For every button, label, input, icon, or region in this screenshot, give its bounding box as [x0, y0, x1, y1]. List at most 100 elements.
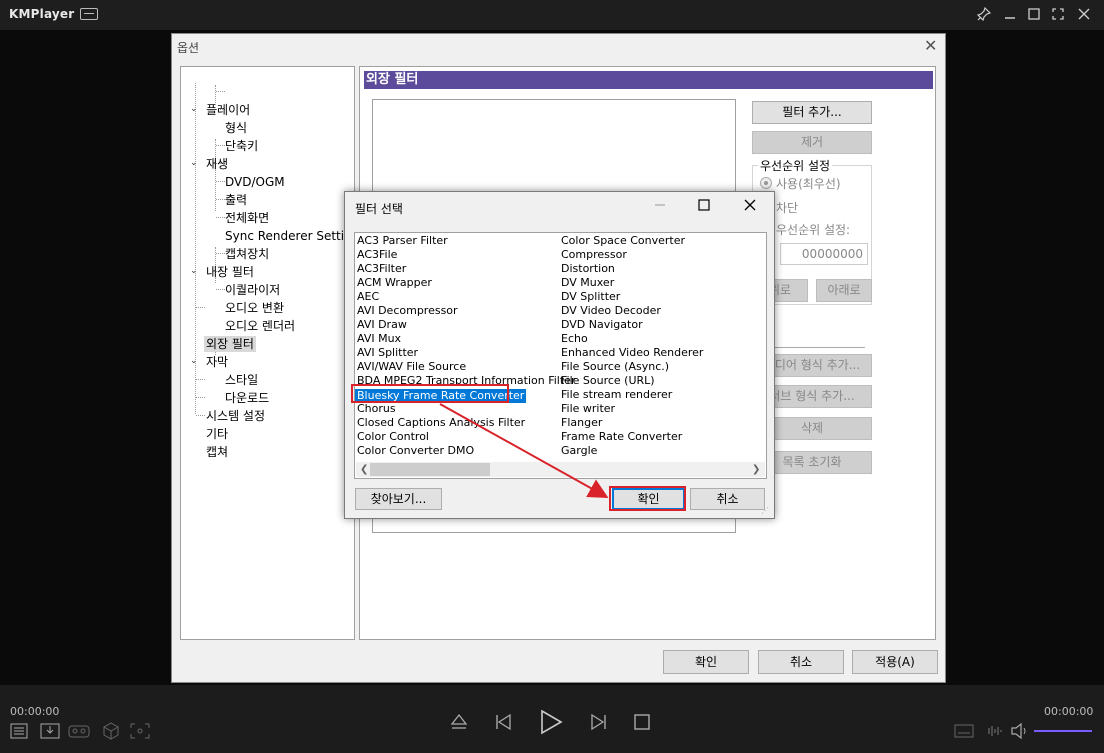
- down-button[interactable]: 아래로: [816, 279, 872, 302]
- options-dialog-title: 옵션: [177, 41, 200, 55]
- tree-item-player[interactable]: 플레이어: [206, 102, 250, 118]
- volume-slider[interactable]: [1034, 730, 1092, 732]
- remove-button[interactable]: 제거: [752, 131, 872, 154]
- eject-icon[interactable]: [450, 713, 468, 734]
- list-item[interactable]: Chorus: [355, 402, 575, 416]
- list-item[interactable]: Gargle: [559, 444, 703, 458]
- list-item[interactable]: File stream renderer: [559, 388, 703, 402]
- chevron-left-icon[interactable]: ❮: [360, 462, 368, 477]
- tree-item-capture-device[interactable]: 캡쳐장치: [225, 246, 269, 262]
- priority-value-field[interactable]: 00000000: [780, 243, 868, 265]
- menu-icon[interactable]: [80, 8, 98, 20]
- tree-item-system[interactable]: 시스템 설정: [206, 408, 265, 424]
- horizontal-scrollbar[interactable]: ❮ ❯: [356, 462, 765, 477]
- tree-item-etc[interactable]: 기타: [206, 426, 228, 442]
- tree-item-hotkey[interactable]: 단축키: [225, 138, 258, 154]
- maximize-icon[interactable]: [689, 195, 719, 219]
- radio-priority-label: 우선순위 설정:: [776, 223, 851, 237]
- playlist-icon[interactable]: [10, 723, 28, 742]
- 3d-icon[interactable]: [102, 722, 120, 743]
- list-item[interactable]: AC3Filter: [355, 262, 575, 276]
- pin-icon[interactable]: [974, 4, 994, 24]
- chevron-down-icon[interactable]: ⌄: [190, 356, 198, 366]
- chevron-down-icon[interactable]: ⌄: [190, 104, 198, 114]
- tree-item-download[interactable]: 다운로드: [225, 390, 269, 406]
- list-item[interactable]: DVD Navigator: [559, 318, 703, 332]
- capture-icon[interactable]: [130, 723, 150, 742]
- minimize-icon[interactable]: [1000, 4, 1020, 24]
- filter-dialog-title: 필터 선택: [355, 202, 403, 216]
- list-item[interactable]: File Source (Async.): [559, 360, 703, 374]
- volume-icon[interactable]: [1010, 722, 1030, 743]
- close-icon[interactable]: [735, 195, 765, 219]
- minimize-icon[interactable]: [645, 195, 675, 219]
- list-item[interactable]: Color Converter DMO: [355, 444, 575, 458]
- options-tree: ⌄ 플레이어 형식 단축키 ⌄ 재생 DVD/OGM 출력 전체화면 Sync …: [180, 66, 355, 640]
- tree-item-equalizer[interactable]: 이퀄라이저: [225, 282, 280, 298]
- tree-item-playback[interactable]: 재생: [206, 156, 228, 172]
- resize-grip-icon[interactable]: ⋰: [761, 506, 769, 515]
- list-item[interactable]: AVI Draw: [355, 318, 575, 332]
- list-item[interactable]: AVI/WAV File Source: [355, 360, 575, 374]
- list-item[interactable]: Color Space Converter: [559, 234, 703, 248]
- tree-item-format[interactable]: 형식: [225, 120, 247, 136]
- list-item[interactable]: AVI Splitter: [355, 346, 575, 360]
- filter-cancel-button[interactable]: 취소: [690, 488, 765, 510]
- filter-list[interactable]: AC3 Parser Filter AC3File AC3Filter ACM …: [354, 232, 767, 479]
- apply-button[interactable]: 적용(A): [852, 650, 938, 674]
- tree-item-style[interactable]: 스타일: [225, 372, 258, 388]
- list-item[interactable]: DV Splitter: [559, 290, 703, 304]
- tree-item-output[interactable]: 출력: [225, 192, 247, 208]
- filter-column-1: AC3 Parser Filter AC3File AC3Filter ACM …: [355, 234, 575, 458]
- list-item[interactable]: Color Control: [355, 430, 575, 444]
- tree-item-internal-filter[interactable]: 내장 필터: [206, 264, 254, 280]
- fullscreen-icon[interactable]: [1048, 4, 1068, 24]
- previous-icon[interactable]: [494, 713, 512, 734]
- list-item[interactable]: Flanger: [559, 416, 703, 430]
- next-icon[interactable]: [590, 713, 608, 734]
- list-item[interactable]: AEC: [355, 290, 575, 304]
- list-item[interactable]: File Source (URL): [559, 374, 703, 388]
- list-item[interactable]: Distortion: [559, 262, 703, 276]
- list-item[interactable]: Compressor: [559, 248, 703, 262]
- list-item[interactable]: AC3 Parser Filter: [355, 234, 575, 248]
- list-item[interactable]: AC3File: [355, 248, 575, 262]
- close-icon[interactable]: ✕: [924, 36, 937, 55]
- radio-use[interactable]: [760, 177, 772, 189]
- play-icon[interactable]: [538, 709, 564, 738]
- chevron-right-icon[interactable]: ❯: [752, 462, 760, 477]
- cancel-button[interactable]: 취소: [758, 650, 844, 674]
- tree-item-subtitle[interactable]: 자막: [206, 354, 228, 370]
- audio-wave-icon[interactable]: [984, 723, 1004, 742]
- filter-select-dialog: 필터 선택 AC3 Parser Filter AC3File AC3Filte…: [344, 191, 775, 519]
- list-item[interactable]: Closed Captions Analysis Filter: [355, 416, 575, 430]
- list-item[interactable]: Enhanced Video Renderer: [559, 346, 703, 360]
- scrollbar-thumb[interactable]: [370, 463, 490, 476]
- list-item[interactable]: File writer: [559, 402, 703, 416]
- tree-item-audio-convert[interactable]: 오디오 변환: [225, 300, 284, 316]
- tree-item-capture[interactable]: 캡쳐: [206, 444, 228, 460]
- tree-item-external-filter[interactable]: 외장 필터: [204, 336, 256, 352]
- list-item[interactable]: DV Video Decoder: [559, 304, 703, 318]
- tree-item-fullscreen[interactable]: 전체화면: [225, 210, 269, 226]
- vr-icon[interactable]: [68, 723, 90, 742]
- tree-item-sync-renderer[interactable]: Sync Renderer Settings: [225, 228, 354, 244]
- maximize-icon[interactable]: [1024, 4, 1044, 24]
- subtitle-icon[interactable]: [954, 723, 974, 742]
- ok-button[interactable]: 확인: [663, 650, 749, 674]
- stop-icon[interactable]: [634, 714, 650, 733]
- tree-item-dvd[interactable]: DVD/OGM: [225, 174, 285, 190]
- list-item[interactable]: AVI Decompressor: [355, 304, 575, 318]
- list-item[interactable]: AVI Mux: [355, 332, 575, 346]
- list-item[interactable]: Frame Rate Converter: [559, 430, 703, 444]
- add-filter-button[interactable]: 필터 추가...: [752, 101, 872, 124]
- list-item[interactable]: DV Muxer: [559, 276, 703, 290]
- list-item[interactable]: ACM Wrapper: [355, 276, 575, 290]
- chevron-down-icon[interactable]: ⌄: [190, 158, 198, 168]
- close-icon[interactable]: [1074, 4, 1094, 24]
- browse-button[interactable]: 찾아보기...: [355, 488, 442, 510]
- chevron-down-icon[interactable]: ⌄: [190, 266, 198, 276]
- list-item[interactable]: Echo: [559, 332, 703, 346]
- tree-item-audio-renderer[interactable]: 오디오 렌더러: [225, 318, 295, 334]
- download-icon[interactable]: [40, 723, 60, 742]
